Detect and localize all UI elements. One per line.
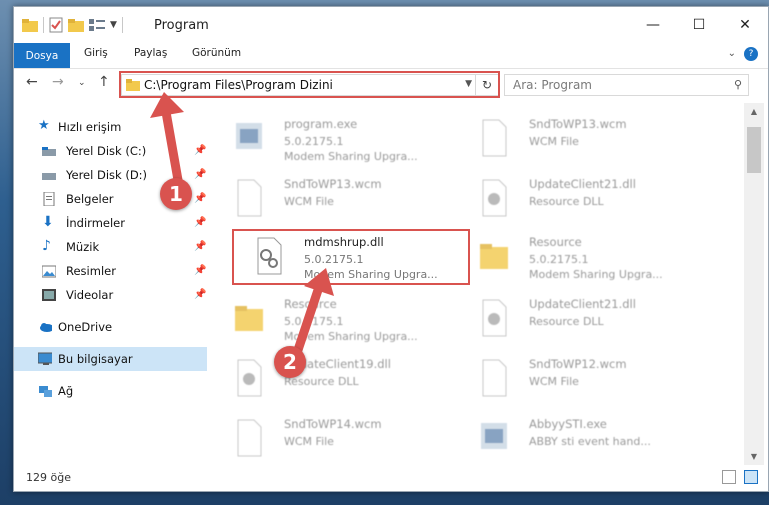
annotation-arrows — [150, 92, 334, 361]
callout-step-1: 1 — [160, 178, 192, 210]
arrow-one — [161, 107, 183, 185]
arrow-one-head — [150, 92, 184, 118]
arrow-two — [291, 285, 323, 361]
callout-step-2: 2 — [274, 346, 306, 378]
